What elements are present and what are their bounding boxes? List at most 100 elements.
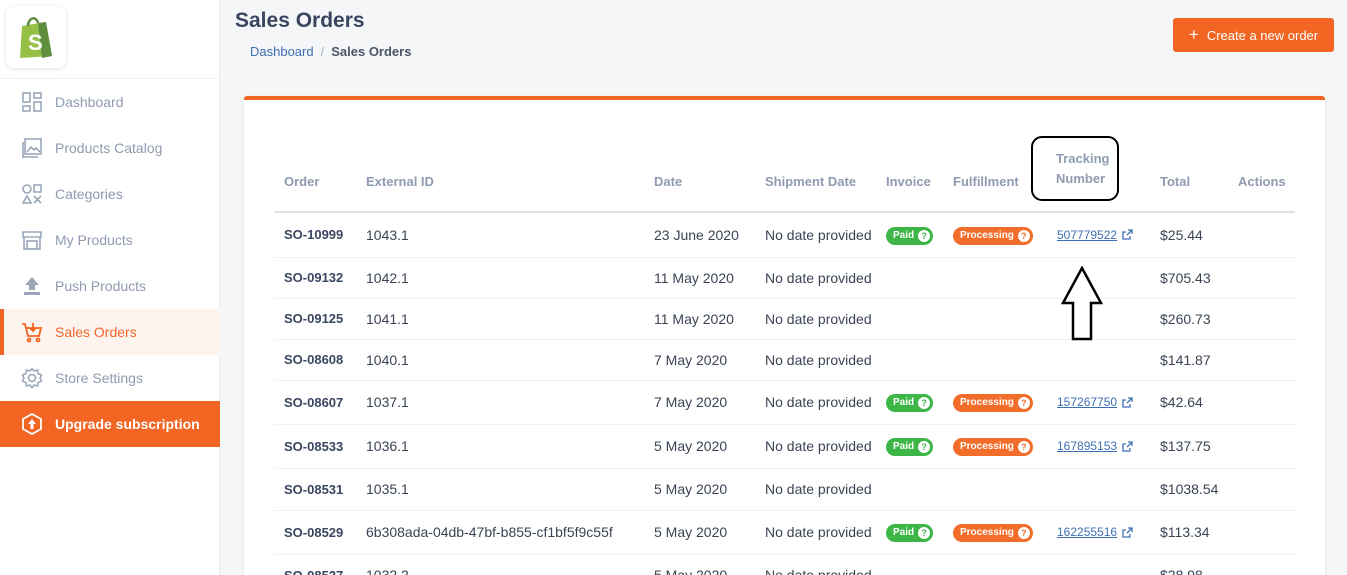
invoice-paid-badge[interactable]: Paid? <box>886 437 934 456</box>
fulfillment-cell <box>943 298 1040 340</box>
upgrade-subscription-button[interactable]: Upgrade subscription <box>0 401 220 447</box>
external-link-icon[interactable] <box>1122 227 1133 243</box>
col-shipment-date[interactable]: Shipment Date <box>755 138 876 213</box>
tracking-cell <box>1040 468 1150 511</box>
col-invoice[interactable]: Invoice <box>876 138 943 213</box>
sidebar-item-dashboard[interactable]: Dashboard <box>0 79 220 125</box>
external-id: 1032.2 <box>356 554 644 575</box>
col-total[interactable]: Total <box>1150 138 1228 213</box>
gear-icon <box>20 366 44 390</box>
order-total: $42.64 <box>1150 380 1228 425</box>
sidebar-item-push-products[interactable]: Push Products <box>0 263 220 309</box>
order-id[interactable]: SO-08531 <box>274 468 356 511</box>
order-date: 11 May 2020 <box>644 298 755 340</box>
sidebar-item-store-settings[interactable]: Store Settings <box>0 355 220 401</box>
shipment-date: No date provided <box>755 339 876 381</box>
shipment-date: No date provided <box>755 510 876 555</box>
invoice-paid-badge[interactable]: Paid? <box>886 523 934 542</box>
sidebar-item-products-catalog[interactable]: Products Catalog <box>0 125 220 171</box>
breadcrumb-dashboard-link[interactable]: Dashboard <box>250 44 314 59</box>
fulfillment-cell <box>943 468 1040 511</box>
fulfillment-cell <box>943 257 1040 299</box>
badge-label: Processing <box>960 441 1014 453</box>
plus-icon: + <box>1188 25 1199 44</box>
fulfillment-processing-badge[interactable]: Processing? <box>953 523 1033 542</box>
invoice-paid-badge[interactable]: Paid? <box>886 393 934 412</box>
tracking-cell <box>1040 554 1150 575</box>
help-icon: ? <box>1017 440 1030 453</box>
fulfillment-processing-badge[interactable]: Processing? <box>953 226 1033 245</box>
table-row[interactable]: SO-08527 1032.2 5 May 2020 No date provided… <box>274 554 1295 575</box>
col-date[interactable]: Date <box>644 138 755 213</box>
order-date: 23 June 2020 <box>644 212 755 258</box>
table-row[interactable]: SO-09125 1041.1 11 May 2020 No date provide… <box>274 298 1295 340</box>
order-id[interactable]: SO-10999 <box>274 212 356 258</box>
order-id[interactable]: SO-08527 <box>274 554 356 575</box>
tracking-number-link[interactable]: 162255516 <box>1057 525 1117 539</box>
col-order[interactable]: Order <box>274 138 356 213</box>
external-link-icon[interactable] <box>1122 439 1133 455</box>
col-fulfillment[interactable]: Fulfillment <box>943 138 1040 213</box>
col-actions: Actions <box>1228 138 1295 213</box>
sidebar-item-label: Store Settings <box>55 370 143 386</box>
order-date: 7 May 2020 <box>644 380 755 425</box>
sidebar: S Dashboard Products Catalog Categories <box>0 0 220 575</box>
sidebar-item-sales-orders[interactable]: Sales Orders <box>0 309 220 355</box>
tracking-cell: 162255516 <box>1040 510 1150 555</box>
create-order-label: Create a new order <box>1206 27 1319 43</box>
badge-label: Processing <box>960 527 1014 539</box>
table-row[interactable]: SO-09132 1042.1 11 May 2020 No date provide… <box>274 257 1295 299</box>
shipment-date: No date provided <box>755 298 876 340</box>
sidebar-item-categories[interactable]: Categories <box>0 171 220 217</box>
badge-label: Paid <box>893 527 915 539</box>
table-row[interactable]: SO-10999 1043.1 23 June 2020 No date provid… <box>274 212 1295 258</box>
sidebar-nav: Dashboard Products Catalog Categories My… <box>0 79 220 447</box>
fulfillment-cell <box>943 554 1040 575</box>
fulfillment-processing-badge[interactable]: Processing? <box>953 437 1033 456</box>
sidebar-item-label: Products Catalog <box>55 140 163 156</box>
shipment-date: No date provided <box>755 554 876 575</box>
app-logo[interactable]: S <box>6 6 66 68</box>
order-id[interactable]: SO-08533 <box>274 424 356 469</box>
order-id[interactable]: SO-08529 <box>274 510 356 555</box>
svg-text:S: S <box>28 30 43 55</box>
create-order-button[interactable]: + Create a new order <box>1173 18 1334 52</box>
actions-cell <box>1228 554 1295 575</box>
external-id: 1035.1 <box>356 468 644 511</box>
fulfillment-processing-badge[interactable]: Processing? <box>953 393 1033 412</box>
external-id: 1041.1 <box>356 298 644 340</box>
external-link-icon[interactable] <box>1122 395 1133 411</box>
tracking-number-link[interactable]: 157267750 <box>1057 395 1117 409</box>
external-link-icon[interactable] <box>1122 525 1133 541</box>
actions-cell <box>1228 424 1295 469</box>
sidebar-item-my-products[interactable]: My Products <box>0 217 220 263</box>
table-row[interactable]: SO-08531 1035.1 5 May 2020 No date provided… <box>274 468 1295 511</box>
table-header-row: Order External ID Date Shipment Date Inv… <box>274 138 1295 213</box>
external-id: 1040.1 <box>356 339 644 381</box>
tracking-number-link[interactable]: 507779522 <box>1057 228 1117 242</box>
order-id[interactable]: SO-09132 <box>274 257 356 299</box>
invoice-cell: Paid? <box>876 380 943 425</box>
order-id[interactable]: SO-08607 <box>274 380 356 425</box>
col-external-id[interactable]: External ID <box>356 138 644 213</box>
table-row[interactable]: SO-08533 1036.1 5 May 2020 No date provided… <box>274 424 1295 469</box>
table-row[interactable]: SO-08607 1037.1 7 May 2020 No date provided… <box>274 380 1295 425</box>
breadcrumb: Dashboard / Sales Orders <box>250 44 411 59</box>
invoice-paid-badge[interactable]: Paid? <box>886 226 934 245</box>
fulfillment-cell: Processing? <box>943 510 1040 555</box>
shipment-date: No date provided <box>755 212 876 258</box>
order-total: $137.75 <box>1150 424 1228 469</box>
upgrade-label: Upgrade subscription <box>55 416 200 432</box>
help-icon: ? <box>1017 229 1030 242</box>
table-row[interactable]: SO-08529 6b308ada-04db-47bf-b855-cf1bf5f9… <box>274 510 1295 555</box>
tracking-number-link[interactable]: 167895153 <box>1057 439 1117 453</box>
actions-cell <box>1228 212 1295 258</box>
page-title: Sales Orders <box>235 9 365 32</box>
order-id[interactable]: SO-08608 <box>274 339 356 381</box>
order-date: 5 May 2020 <box>644 510 755 555</box>
actions-cell <box>1228 510 1295 555</box>
cart-icon <box>20 320 44 344</box>
annotation-up-arrow-icon <box>1060 266 1104 341</box>
order-id[interactable]: SO-09125 <box>274 298 356 340</box>
table-row[interactable]: SO-08608 1040.1 7 May 2020 No date provided… <box>274 339 1295 381</box>
